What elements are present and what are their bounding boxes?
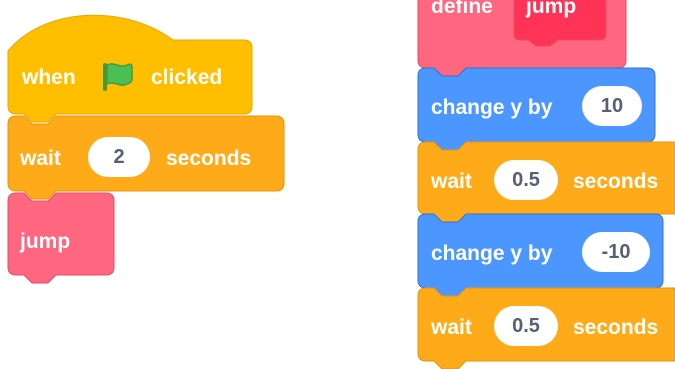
jump-call-label: jump [20, 230, 71, 253]
clicked-label: clicked [151, 66, 223, 89]
wait-input-1[interactable]: 0.5 [494, 160, 558, 200]
define-label: define [431, 0, 493, 18]
change-y-block-1[interactable]: change y by 10 [417, 67, 656, 151]
when-label: when [22, 66, 76, 89]
wait-seconds-input[interactable]: 2 [88, 137, 150, 177]
wait-label-2: wait [431, 316, 472, 339]
seconds-label-1: seconds [573, 170, 659, 193]
when-flag-clicked-block[interactable]: when clicked [7, 8, 253, 123]
wait-input-2[interactable]: 0.5 [494, 306, 558, 346]
change-y-input-1[interactable]: 10 [582, 86, 642, 126]
define-jump-block[interactable]: define jump [417, 0, 627, 77]
wait-block-2[interactable]: wait 0.5 seconds [417, 287, 675, 369]
wait-label-1: wait [431, 170, 472, 193]
wait-label: wait [20, 147, 61, 170]
green-flag-icon [103, 63, 133, 91]
jump-call-block[interactable]: jump [7, 192, 115, 287]
seconds-label-2: seconds [573, 316, 659, 339]
seconds-label: seconds [166, 147, 252, 170]
change-y-label-1: change y by [431, 96, 553, 119]
define-name-label: jump [526, 0, 577, 18]
change-y-input-2[interactable]: -10 [582, 232, 650, 272]
change-y-block-2[interactable]: change y by -10 [417, 213, 664, 297]
wait-block[interactable]: wait 2 seconds [7, 115, 285, 200]
wait-block-1[interactable]: wait 0.5 seconds [417, 141, 675, 223]
change-y-label-2: change y by [431, 242, 553, 265]
